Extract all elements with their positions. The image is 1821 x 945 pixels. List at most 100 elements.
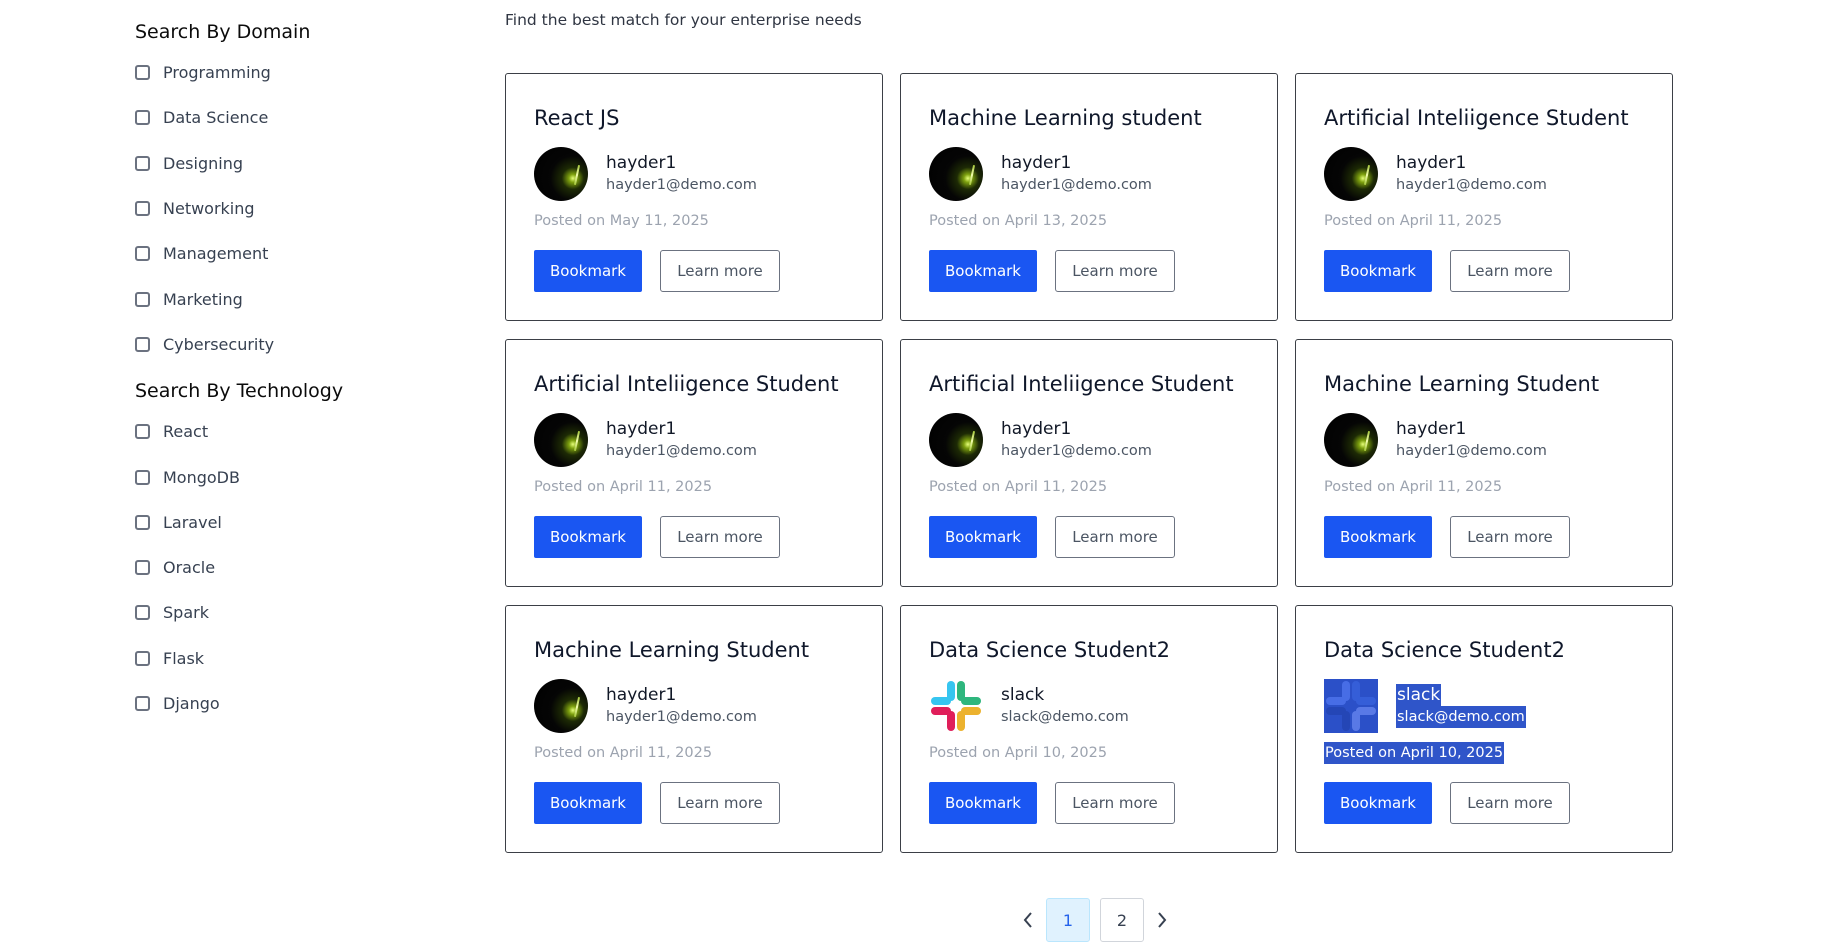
author-email: hayder1@demo.com <box>606 177 757 193</box>
learn-more-button[interactable]: Learn more <box>1055 250 1175 292</box>
learn-more-button[interactable]: Learn more <box>660 782 780 824</box>
result-card: Data Science Student2 slack slack@demo.c… <box>1295 605 1673 853</box>
card-title: Artificial Inteliigence Student <box>534 372 839 396</box>
card-author: hayder1 hayder1@demo.com <box>534 146 882 202</box>
slack-logo-svg <box>931 681 981 731</box>
card-title: Data Science Student2 <box>1324 638 1565 662</box>
domain-filter-heading: Search By Domain <box>135 21 311 43</box>
checkbox[interactable] <box>135 291 150 307</box>
checkbox[interactable] <box>135 469 150 485</box>
card-author: hayder1 hayder1@demo.com <box>1324 412 1672 468</box>
card-actions: Bookmark Learn more <box>534 250 882 292</box>
technology-filter-heading: Search By Technology <box>135 380 344 403</box>
author-name: hayder1 <box>1396 153 1467 173</box>
card-actions: Bookmark Learn more <box>1324 516 1672 558</box>
posted-date: Posted on April 10, 2025 <box>1324 742 1505 764</box>
checkbox[interactable] <box>135 246 150 262</box>
checkbox[interactable] <box>135 424 150 440</box>
card-title: React JS <box>534 106 620 130</box>
posted-date: Posted on April 11, 2025 <box>929 479 1108 495</box>
learn-more-button[interactable]: Learn more <box>660 250 780 292</box>
domain-filter-item[interactable]: Data Science <box>135 95 435 140</box>
pagination: 1 2 <box>1015 898 1175 942</box>
domain-filter-item[interactable]: Marketing <box>135 276 435 321</box>
domain-filter-item[interactable]: Programming <box>135 50 435 95</box>
bookmark-button[interactable]: Bookmark <box>534 516 642 558</box>
checkbox[interactable] <box>135 65 150 81</box>
domain-filter-item[interactable]: Designing <box>135 141 435 186</box>
avatar <box>1324 147 1378 201</box>
filter-label: Django <box>163 694 220 713</box>
author-info: hayder1 hayder1@demo.com <box>1396 418 1547 462</box>
bookmark-button[interactable]: Bookmark <box>1324 782 1432 824</box>
learn-more-button[interactable]: Learn more <box>660 516 780 558</box>
domain-filter-item[interactable]: Cybersecurity <box>135 322 435 367</box>
technology-filter-item[interactable]: Laravel <box>135 500 435 545</box>
bookmark-button[interactable]: Bookmark <box>929 516 1037 558</box>
bookmark-button[interactable]: Bookmark <box>534 782 642 824</box>
result-card: Machine Learning student hayder1 hayder1… <box>900 73 1278 321</box>
technology-filter-item[interactable]: Django <box>135 681 435 726</box>
domain-filter-item[interactable]: Networking <box>135 186 435 231</box>
checkbox[interactable] <box>135 110 150 126</box>
learn-more-button[interactable]: Learn more <box>1450 516 1570 558</box>
checkbox[interactable] <box>135 336 150 352</box>
filter-label: Spark <box>163 603 209 623</box>
card-author: hayder1 hayder1@demo.com <box>534 412 882 468</box>
bookmark-button[interactable]: Bookmark <box>929 250 1037 292</box>
technology-filter-item[interactable]: Oracle <box>135 545 435 590</box>
card-title: Data Science Student2 <box>929 638 1170 662</box>
checkbox[interactable] <box>135 201 150 217</box>
filter-sidebar: Search By Domain Programming Data Scienc… <box>135 14 435 726</box>
learn-more-button[interactable]: Learn more <box>1055 782 1175 824</box>
filter-label: Programming <box>163 63 271 83</box>
checkbox[interactable] <box>135 155 150 171</box>
card-actions: Bookmark Learn more <box>1324 250 1672 292</box>
author-email: slack@demo.com <box>1396 706 1526 728</box>
posted-date: Posted on April 11, 2025 <box>1324 213 1503 229</box>
page-button-1[interactable]: 1 <box>1046 898 1090 942</box>
card-title: Machine Learning student <box>929 106 1202 130</box>
author-email: hayder1@demo.com <box>606 709 757 725</box>
learn-more-button[interactable]: Learn more <box>1450 250 1570 292</box>
technology-filter-item[interactable]: MongoDB <box>135 454 435 499</box>
posted-date: Posted on May 11, 2025 <box>534 213 709 229</box>
bookmark-button[interactable]: Bookmark <box>1324 516 1432 558</box>
author-email: hayder1@demo.com <box>1396 177 1547 193</box>
bookmark-button[interactable]: Bookmark <box>534 250 642 292</box>
chevron-right-icon[interactable] <box>1149 898 1175 942</box>
author-info: hayder1 hayder1@demo.com <box>1396 152 1547 196</box>
checkbox[interactable] <box>135 605 150 621</box>
technology-filter-item[interactable]: Flask <box>135 636 435 681</box>
bookmark-button[interactable]: Bookmark <box>929 782 1037 824</box>
page-tagline: Find the best match for your enterprise … <box>505 11 862 29</box>
card-author: hayder1 hayder1@demo.com <box>929 146 1277 202</box>
page: Search By Domain Programming Data Scienc… <box>0 0 1821 945</box>
checkbox[interactable] <box>135 514 150 530</box>
chevron-left-icon[interactable] <box>1015 898 1041 942</box>
checkbox[interactable] <box>135 650 150 666</box>
author-name: hayder1 <box>606 419 677 439</box>
posted-date: Posted on April 11, 2025 <box>534 479 713 495</box>
technology-filter-item[interactable]: Spark <box>135 590 435 635</box>
checkbox[interactable] <box>135 560 150 576</box>
filter-label: MongoDB <box>163 467 240 487</box>
page-button-2[interactable]: 2 <box>1100 898 1144 942</box>
avatar <box>929 413 983 467</box>
posted-date: Posted on April 11, 2025 <box>1324 479 1503 495</box>
checkbox[interactable] <box>135 696 150 711</box>
avatar <box>1324 413 1378 467</box>
learn-more-button[interactable]: Learn more <box>1055 516 1175 558</box>
result-card: Artificial Inteliigence Student hayder1 … <box>900 339 1278 587</box>
result-card: React JS hayder1 hayder1@demo.com Posted… <box>505 73 883 321</box>
technology-filter-item[interactable]: React <box>135 409 435 454</box>
bookmark-button[interactable]: Bookmark <box>1324 250 1432 292</box>
avatar <box>534 679 588 733</box>
avatar <box>929 147 983 201</box>
result-card: Artificial Inteliigence Student hayder1 … <box>1295 73 1673 321</box>
author-name: hayder1 <box>1396 419 1467 439</box>
chevron-right-svg <box>1158 912 1167 928</box>
learn-more-button[interactable]: Learn more <box>1450 782 1570 824</box>
domain-filter-item[interactable]: Management <box>135 231 435 276</box>
card-author: slack slack@demo.com <box>929 678 1277 734</box>
